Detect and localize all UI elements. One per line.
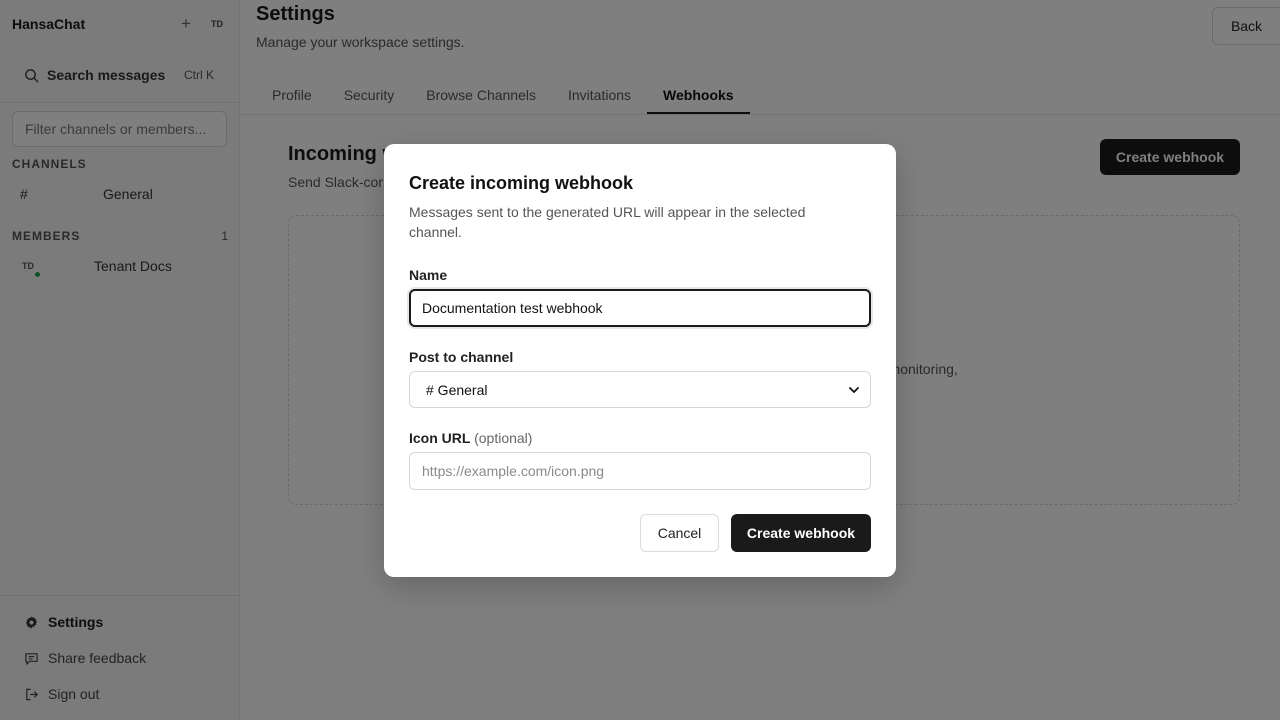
chevron-down-icon: [849, 386, 859, 393]
channel-select-value: # General: [426, 381, 488, 398]
webhook-name-input[interactable]: [409, 289, 871, 327]
icon-url-label-text: Icon URL: [409, 430, 471, 446]
name-label: Name: [409, 267, 448, 283]
cancel-button[interactable]: Cancel: [640, 514, 719, 552]
dialog-description: Messages sent to the generated URL will …: [409, 204, 806, 240]
submit-create-webhook-button[interactable]: Create webhook: [731, 514, 871, 552]
create-webhook-dialog: Create incoming webhook Messages sent to…: [384, 144, 896, 577]
channel-label: Post to channel: [409, 349, 514, 365]
optional-hint: (optional): [474, 430, 533, 446]
channel-select[interactable]: # General: [409, 371, 871, 408]
icon-url-label: Icon URL (optional): [409, 430, 532, 446]
icon-url-input[interactable]: [409, 452, 871, 490]
dialog-title: Create incoming webhook: [409, 173, 634, 193]
